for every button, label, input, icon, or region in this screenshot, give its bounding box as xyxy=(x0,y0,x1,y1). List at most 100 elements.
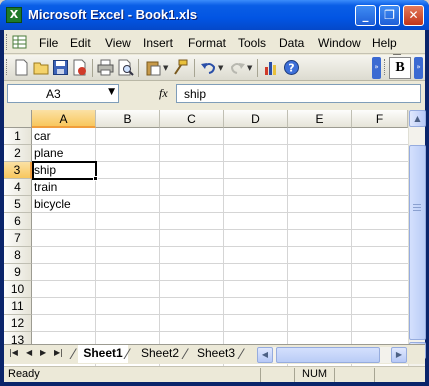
column-header-a[interactable]: A xyxy=(32,110,96,128)
paste-dropdown-icon[interactable]: ▼ xyxy=(163,64,168,72)
undo-dropdown-icon[interactable]: ▼ xyxy=(218,64,223,72)
redo-dropdown-icon[interactable]: ▼ xyxy=(247,64,252,72)
formatting-toolbar-grip[interactable] xyxy=(384,59,387,75)
menu-format[interactable]: Format xyxy=(188,36,226,50)
tab-sheet3[interactable]: Sheet3 xyxy=(192,345,240,363)
formula-bar: A3 ▼ fx ship xyxy=(4,82,425,106)
cell-a1[interactable]: car xyxy=(34,128,51,145)
column-header-e[interactable]: E xyxy=(288,110,352,128)
worksheet-grid[interactable]: A B C D E F 1 2 3 4 5 6 7 8 9 10 11 12 1… xyxy=(4,110,426,368)
insert-function-icon[interactable]: fx xyxy=(159,86,168,101)
menu-help[interactable]: Help xyxy=(372,36,397,50)
chart-wizard-icon[interactable] xyxy=(263,59,280,76)
menu-window[interactable]: Window xyxy=(318,36,361,50)
tab-sheet1[interactable]: Sheet1 xyxy=(78,345,128,363)
menu-insert[interactable]: Insert xyxy=(143,36,173,50)
svg-text:?: ? xyxy=(288,62,294,75)
scroll-up-button[interactable]: ▲ xyxy=(409,110,426,127)
status-panel-divider xyxy=(374,368,375,382)
menu-view[interactable]: View xyxy=(105,36,131,50)
select-all-corner[interactable] xyxy=(4,110,32,128)
tab-sheet2[interactable]: Sheet2 xyxy=(136,345,184,363)
help-icon[interactable]: ? xyxy=(283,59,300,76)
fill-handle[interactable] xyxy=(93,176,98,181)
save-icon[interactable] xyxy=(52,59,69,76)
scroll-thumb-grip xyxy=(413,204,421,211)
undo-icon[interactable] xyxy=(200,59,217,76)
horizontal-scroll-thumb[interactable] xyxy=(276,347,380,363)
row-header-1[interactable]: 1 xyxy=(4,128,32,145)
sheet-tab-bar: |◀ ◀ ▶ ▶| ⁄ Sheet1 ⁄ Sheet2 ⁄ Sheet3 ⁄ ◀… xyxy=(4,344,425,364)
row-header-6[interactable]: 6 xyxy=(4,213,32,230)
gridline xyxy=(223,128,224,368)
window-title: Microsoft Excel - Book1.xls xyxy=(28,7,198,22)
column-header-b[interactable]: B xyxy=(96,110,160,128)
status-panel-divider xyxy=(260,368,261,382)
new-icon[interactable] xyxy=(13,59,30,76)
excel-window: X Microsoft Excel - Book1.xls _ ❐ ✕ File… xyxy=(0,0,429,386)
active-cell-border xyxy=(32,161,97,180)
menu-data[interactable]: Data xyxy=(279,36,304,50)
gridline xyxy=(287,128,288,368)
last-sheet-nav-icon[interactable]: ▶| xyxy=(54,348,63,357)
toolbar-options-chevron[interactable]: » xyxy=(372,57,381,79)
column-header-d[interactable]: D xyxy=(224,110,288,128)
row-header-12[interactable]: 12 xyxy=(4,315,32,332)
restore-button[interactable]: ❐ xyxy=(379,5,400,26)
excel-app-icon[interactable]: X xyxy=(6,7,22,23)
menu-grip[interactable] xyxy=(6,34,9,50)
row-header-5[interactable]: 5 xyxy=(4,196,32,213)
status-bar: Ready NUM xyxy=(4,366,425,382)
scroll-left-button[interactable]: ◀ xyxy=(257,347,273,363)
name-box-dropdown-icon[interactable]: ▼ xyxy=(108,87,115,97)
horizontal-scrollbar[interactable]: ◀ ▶ xyxy=(257,347,407,363)
row-header-9[interactable]: 9 xyxy=(4,264,32,281)
row-header-8[interactable]: 8 xyxy=(4,247,32,264)
paste-icon[interactable] xyxy=(145,59,162,76)
status-text: Ready xyxy=(8,368,40,380)
formatting-options-chevron[interactable]: » xyxy=(414,57,423,79)
vertical-scrollbar[interactable]: ▲ ▼ xyxy=(408,110,426,368)
excel-client-area: File Edit View Insert Format Tools Data … xyxy=(4,30,426,382)
bold-button[interactable]: B xyxy=(389,57,411,79)
menu-edit[interactable]: Edit xyxy=(70,36,91,50)
permission-icon[interactable] xyxy=(71,59,88,76)
column-header-c[interactable]: C xyxy=(160,110,224,128)
row-header-10[interactable]: 10 xyxy=(4,281,32,298)
row-header-11[interactable]: 11 xyxy=(4,298,32,315)
redo-icon[interactable] xyxy=(229,59,246,76)
title-bar[interactable]: X Microsoft Excel - Book1.xls _ ❐ ✕ xyxy=(0,0,429,30)
open-icon[interactable] xyxy=(33,59,50,76)
num-lock-indicator: NUM xyxy=(302,368,328,380)
format-painter-icon[interactable] xyxy=(172,59,189,76)
print-icon[interactable] xyxy=(97,59,114,76)
vertical-scroll-thumb[interactable] xyxy=(409,145,426,340)
cell-a4[interactable]: train xyxy=(34,179,57,196)
cell-a5[interactable]: bicycle xyxy=(34,196,71,213)
print-preview-icon[interactable] xyxy=(117,59,134,76)
name-box[interactable]: A3 ▼ xyxy=(7,84,119,103)
tab-divider: ⁄ xyxy=(184,347,187,363)
scroll-right-button[interactable]: ▶ xyxy=(391,347,407,363)
next-sheet-nav-icon[interactable]: ▶ xyxy=(40,348,46,357)
row-header-4[interactable]: 4 xyxy=(4,179,32,196)
row-header-3[interactable]: 3 xyxy=(4,162,32,179)
menu-tools[interactable]: Tools xyxy=(238,36,266,50)
row-header-7[interactable]: 7 xyxy=(4,230,32,247)
menu-file[interactable]: File xyxy=(39,36,58,50)
gridline xyxy=(351,128,352,368)
minimize-button[interactable]: _ xyxy=(355,5,376,26)
first-sheet-nav-icon[interactable]: |◀ xyxy=(9,348,18,357)
row-header-2[interactable]: 2 xyxy=(4,145,32,162)
workbook-icon[interactable] xyxy=(12,34,28,50)
gridline xyxy=(159,128,160,368)
close-button[interactable]: ✕ xyxy=(403,5,424,26)
cell-a2[interactable]: plane xyxy=(34,145,63,162)
formula-input[interactable]: ship xyxy=(176,84,421,103)
toolbar-separator xyxy=(138,59,139,77)
tab-divider: ⁄ xyxy=(240,347,243,363)
prev-sheet-nav-icon[interactable]: ◀ xyxy=(26,348,32,357)
column-header-f[interactable]: F xyxy=(352,110,408,128)
toolbar-separator xyxy=(257,59,258,77)
toolbar-grip[interactable] xyxy=(6,59,9,75)
